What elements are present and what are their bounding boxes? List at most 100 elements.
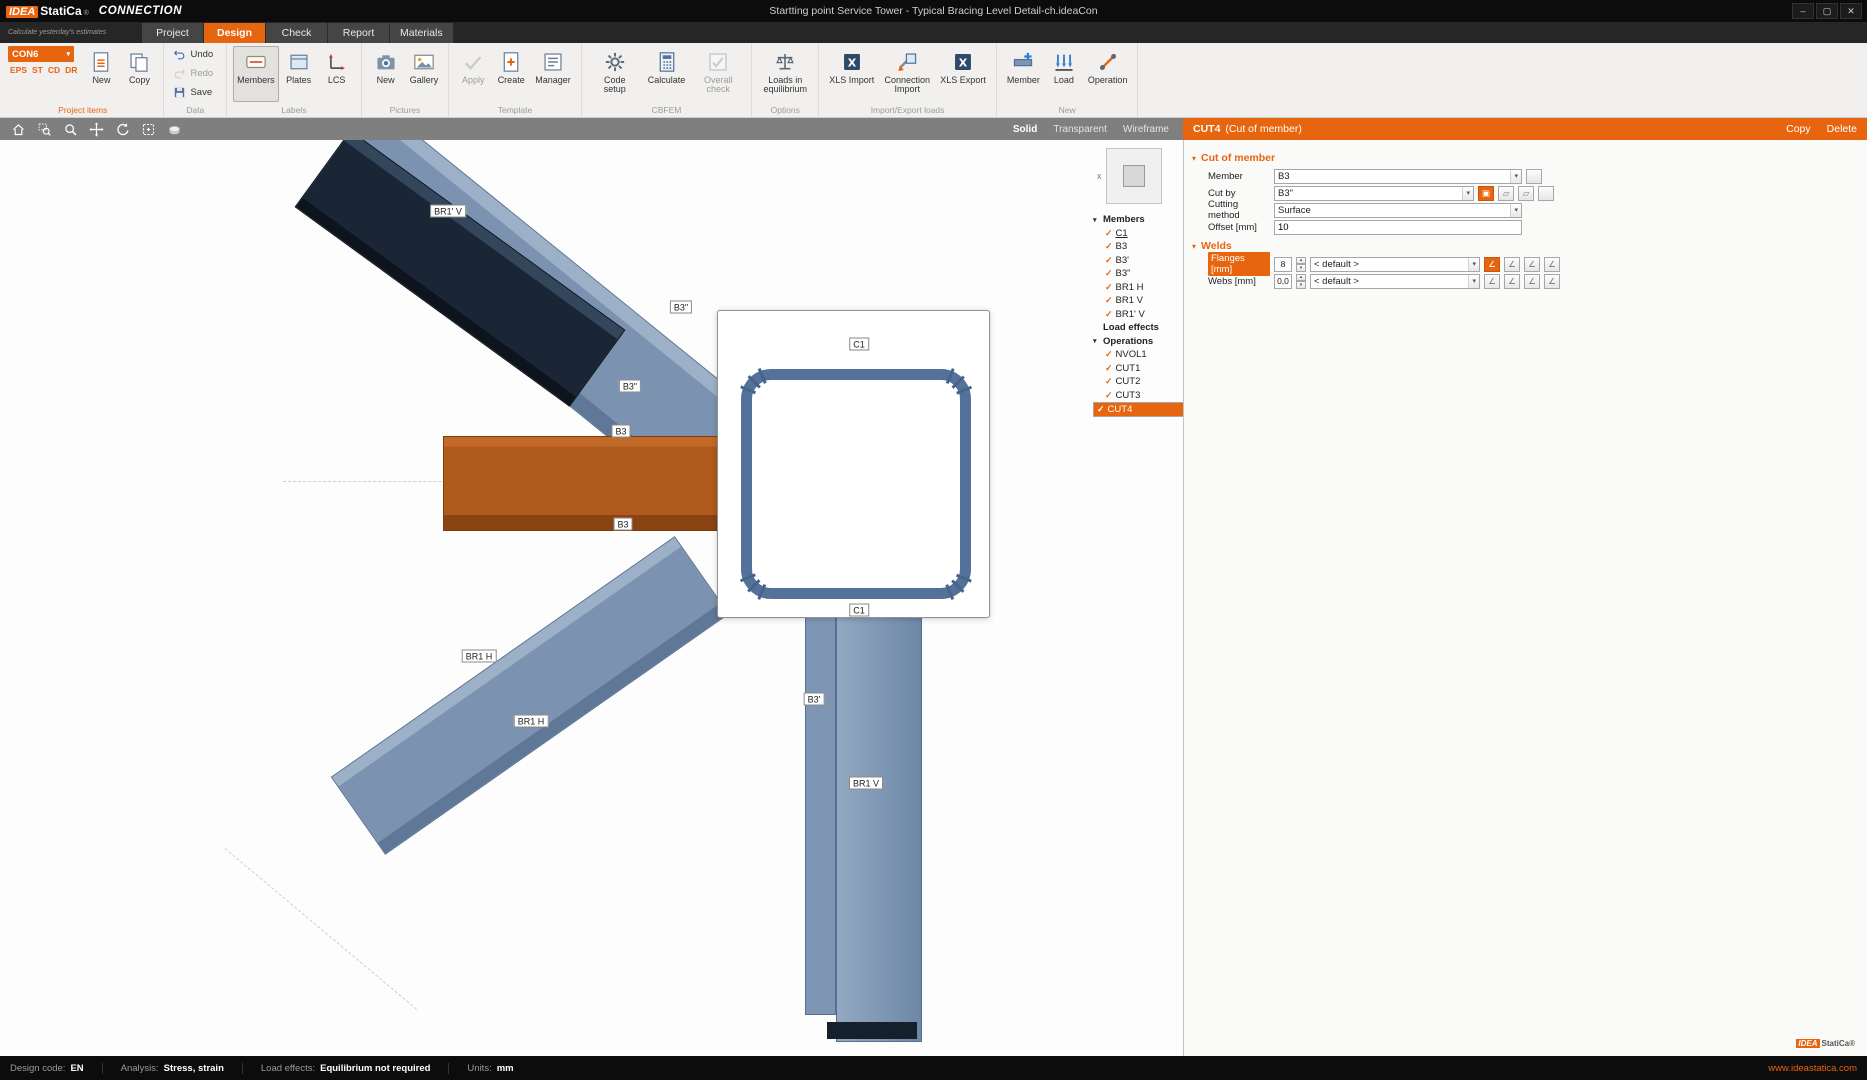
member-b3[interactable] [443,436,719,531]
members-button[interactable]: Members [233,46,279,102]
cutting-method-select[interactable]: Surface▾ [1274,203,1522,218]
value-spinner[interactable]: ▴▾ [1296,274,1306,289]
select-member-button[interactable] [1526,169,1542,184]
checkbox-checked-icon[interactable]: ✓ [1105,376,1113,387]
member-b3-prime[interactable] [805,595,836,1015]
webs-mm-value[interactable]: 0,0 [1274,274,1292,289]
delete-operation-button[interactable]: Delete [1827,123,1857,135]
manager-button[interactable]: Manager [531,46,575,102]
loads-in-equilibrium-button[interactable]: Loads in equilibrium [758,46,812,102]
operation-button[interactable]: Operation [1084,46,1132,102]
tree-section-operations[interactable]: ▾Operations [1093,335,1181,349]
calculate-button[interactable]: Calculate [644,46,690,102]
tree-item-b3[interactable]: ✓B3" [1093,267,1181,281]
tree-section-members[interactable]: ▾Members [1093,213,1181,227]
clipping-tool[interactable] [164,120,184,138]
connection-import-button[interactable]: Connection Import [880,46,934,102]
copy-button[interactable]: Copy [121,46,157,102]
tab-project[interactable]: Project [142,23,204,43]
edge-tool-button[interactable]: ▱ [1518,186,1534,201]
checkbox-checked-icon[interactable]: ✓ [1105,295,1113,306]
tag-dr[interactable]: DR [65,65,77,75]
pick-in-scene-button[interactable]: ▣ [1478,186,1494,201]
member-br1-v[interactable] [836,580,922,1042]
create-button[interactable]: Create [493,46,529,102]
tree-item-br1-h[interactable]: ✓BR1 H [1093,281,1181,295]
close-button[interactable]: ✕ [1840,3,1862,19]
viewport-3d[interactable]: x ▾Members✓C1✓B3✓B3'✓B3"✓BR1 H✓BR1 V✓BR1… [0,140,1183,1056]
tree-section-load-effects[interactable]: Load effects [1093,321,1181,335]
rotate-tool[interactable] [112,120,132,138]
tree-item-br1-v[interactable]: ✓BR1 V [1093,294,1181,308]
pan-tool[interactable] [86,120,106,138]
tree-item-cut2[interactable]: ✓CUT2 [1093,375,1181,389]
tree-item-b3[interactable]: ✓B3 [1093,240,1181,254]
offset-mm-input[interactable] [1274,220,1522,235]
select-member-button[interactable] [1538,186,1554,201]
cut-by-select[interactable]: B3"▾ [1274,186,1474,201]
tree-item-b3[interactable]: ✓B3' [1093,254,1181,268]
section-header-welds[interactable]: ▾Welds [1184,236,1867,256]
checkbox-checked-icon[interactable]: ✓ [1105,363,1113,374]
fit-view-tool[interactable] [138,120,158,138]
section-header-cut-of-member[interactable]: ▾Cut of member [1184,148,1867,168]
spin-up-icon[interactable]: ▴ [1296,274,1306,282]
tree-item-cut1[interactable]: ✓CUT1 [1093,362,1181,376]
undo-button[interactable]: Undo [170,46,216,62]
checkbox-checked-icon[interactable]: ✓ [1105,268,1113,279]
weld-type-select[interactable]: < default >▾ [1310,257,1480,272]
weld-edit-button[interactable]: ∠ [1504,257,1520,272]
zoom-tool[interactable] [60,120,80,138]
member-select[interactable]: B3▾ [1274,169,1522,184]
tree-item-cut4[interactable]: ✓CUT4 [1093,402,1183,417]
checkbox-checked-icon[interactable]: ✓ [1105,309,1113,320]
project-item-selector[interactable]: CON6▾ [8,46,74,62]
copy-operation-button[interactable]: Copy [1786,123,1811,135]
new-button[interactable]: New [368,46,404,102]
checkbox-checked-icon[interactable]: ✓ [1105,390,1113,401]
zoom-window-tool[interactable] [34,120,54,138]
tree-item-cut3[interactable]: ✓CUT3 [1093,389,1181,403]
checkbox-checked-icon[interactable]: ✓ [1105,228,1113,239]
member-button[interactable]: Member [1003,46,1044,102]
view-mode-solid[interactable]: Solid [1013,124,1037,135]
flanges-mm-value[interactable]: 8 [1274,257,1292,272]
checkbox-checked-icon[interactable]: ✓ [1105,241,1113,252]
spin-down-icon[interactable]: ▾ [1296,264,1306,272]
xls-import-button[interactable]: XXLS Import [825,46,878,102]
tag-eps[interactable]: EPS [10,65,27,75]
tab-report[interactable]: Report [328,23,390,43]
tree-item-nvol1[interactable]: ✓NVOL1 [1093,348,1181,362]
tab-check[interactable]: Check [266,23,328,43]
website-link[interactable]: www.ideastatica.com [1768,1063,1857,1074]
minimize-button[interactable]: – [1792,3,1814,19]
spin-up-icon[interactable]: ▴ [1296,257,1306,265]
tab-materials[interactable]: Materials [390,23,454,43]
home-view-tool[interactable] [8,120,28,138]
checkbox-checked-icon[interactable]: ✓ [1105,255,1113,266]
member-br1-h[interactable] [331,536,730,855]
checkbox-checked-icon[interactable]: ✓ [1097,404,1105,415]
tree-item-br1-v[interactable]: ✓BR1' V [1093,308,1181,322]
lcs-button[interactable]: LCS [319,46,355,102]
navigation-cube[interactable]: x [1106,148,1162,204]
weld-edit-button[interactable]: ∠ [1504,274,1520,289]
navcube-face[interactable] [1123,165,1145,187]
gallery-button[interactable]: Gallery [406,46,443,102]
code-setup-button[interactable]: Code setup [588,46,642,102]
xls-export-button[interactable]: XXLS Export [936,46,990,102]
checkbox-checked-icon[interactable]: ✓ [1105,282,1113,293]
spin-down-icon[interactable]: ▾ [1296,281,1306,289]
weld-edit-button[interactable]: ∠ [1484,257,1500,272]
value-spinner[interactable]: ▴▾ [1296,257,1306,272]
maximize-button[interactable]: ▢ [1816,3,1838,19]
weld-edit-button[interactable]: ∠ [1524,257,1540,272]
column-c1-panel[interactable] [717,310,990,618]
weld-edit-button[interactable]: ∠ [1484,274,1500,289]
tag-cd[interactable]: CD [48,65,60,75]
weld-type-select[interactable]: < default >▾ [1310,274,1480,289]
new-button[interactable]: New [83,46,119,102]
save-button[interactable]: Save [170,84,216,100]
weld-edit-button[interactable]: ∠ [1544,257,1560,272]
view-mode-wireframe[interactable]: Wireframe [1123,124,1169,135]
